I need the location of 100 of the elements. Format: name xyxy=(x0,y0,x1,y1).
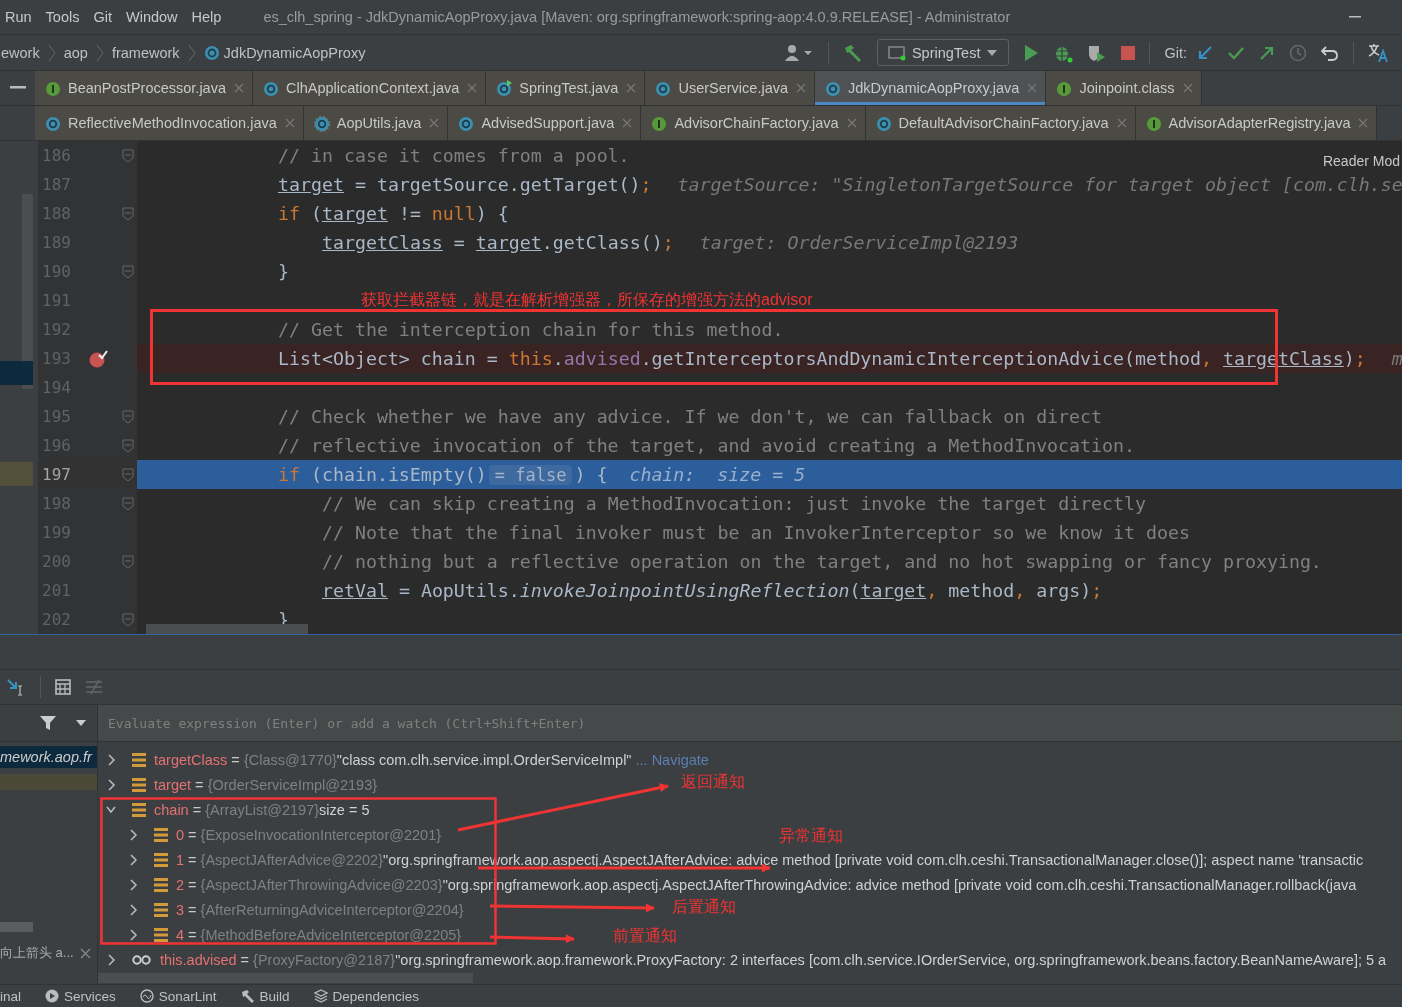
breakpoint-icon[interactable] xyxy=(88,349,108,368)
dropdown-icon[interactable] xyxy=(75,719,87,727)
list-settings-icon[interactable] xyxy=(85,679,103,695)
reference-icon xyxy=(132,954,152,965)
watch-expression-field[interactable]: Evaluate expression (Enter) or add a watch (Ctrl+Shift+Enter) xyxy=(98,705,1402,741)
scrollbar-thumb[interactable] xyxy=(0,922,33,932)
close-icon[interactable] xyxy=(467,83,478,93)
update-arrow-icon[interactable] xyxy=(1197,44,1213,61)
editor-tab[interactable]: UserService.java xyxy=(645,71,815,105)
editor-tab[interactable]: BeanPostProcessor.java xyxy=(35,71,253,105)
translate-icon[interactable] xyxy=(1368,42,1390,63)
close-icon[interactable] xyxy=(796,83,806,93)
fold-icon[interactable] xyxy=(122,467,134,482)
close-icon[interactable] xyxy=(846,118,857,128)
tool-window-button[interactable]: SonarLint xyxy=(139,988,217,1004)
code-line: // in case it comes from a pool. xyxy=(278,145,630,166)
close-icon[interactable] xyxy=(284,118,295,128)
close-icon[interactable] xyxy=(79,947,91,959)
close-icon[interactable] xyxy=(1116,118,1127,128)
menu-item[interactable]: Help xyxy=(191,9,222,25)
breadcrumb[interactable]: aop xyxy=(63,44,88,61)
fold-icon[interactable] xyxy=(122,612,134,627)
editor-tab[interactable]: AdvisorChainFactory.java xyxy=(641,106,866,140)
editor-tab[interactable]: AdvisedSupport.java xyxy=(448,106,642,140)
scrollbar-thumb[interactable] xyxy=(98,973,473,983)
hammer-icon xyxy=(240,989,255,1003)
inline-value-badge: = false xyxy=(488,464,573,485)
fold-icon[interactable] xyxy=(122,148,134,163)
code-line: targetClass = target.getClass(); xyxy=(322,232,674,253)
editor-tab[interactable]: SpringTest.java xyxy=(486,71,646,105)
run-icon[interactable] xyxy=(1023,43,1040,62)
editor-tab[interactable]: ReflectiveMethodInvocation.java xyxy=(35,106,304,140)
stack-frame[interactable]: mework.aop.fr xyxy=(0,746,97,768)
breadcrumb[interactable]: JdkDynamicAopProxy xyxy=(223,44,366,61)
breadcrumb[interactable]: framework xyxy=(111,44,180,61)
menu-item[interactable]: Git xyxy=(93,9,112,25)
interface-icon xyxy=(1145,114,1163,132)
fold-icon[interactable] xyxy=(122,409,134,424)
close-icon[interactable] xyxy=(1358,118,1369,128)
stack-frame[interactable]: 向上箭头 a... xyxy=(0,942,74,964)
fold-icon[interactable] xyxy=(122,496,134,511)
menu-item[interactable]: Window xyxy=(126,9,178,25)
variable-value: 0 = {ExposeInvocationInterceptor@2201} xyxy=(176,826,442,843)
fold-icon[interactable] xyxy=(122,264,134,279)
close-icon[interactable] xyxy=(626,83,637,93)
filter-icon[interactable] xyxy=(39,715,57,731)
editor-tab[interactable]: JdkDynamicAopProxy.java xyxy=(815,71,1047,105)
editor-tab[interactable]: Joinpoint.class xyxy=(1046,71,1202,105)
editor-tab[interactable]: AopUtils.java xyxy=(303,106,449,140)
tool-window-button[interactable]: inal xyxy=(0,988,21,1004)
scrollbar-thumb[interactable] xyxy=(146,624,308,634)
code-line: target = targetSource.getTarget(); xyxy=(278,174,652,195)
collapse-icon[interactable] xyxy=(9,86,26,90)
close-icon[interactable] xyxy=(1027,83,1038,93)
user-icon[interactable] xyxy=(783,43,814,62)
code-line: ) { xyxy=(574,464,608,485)
close-icon[interactable] xyxy=(1182,83,1193,93)
annotation-label: 返回通知 xyxy=(681,772,745,792)
breadcrumb[interactable]: ework xyxy=(1,44,40,61)
checkmark-icon[interactable] xyxy=(1227,45,1245,60)
inline-value-hint: chain: size = 5 xyxy=(629,464,806,485)
hammer-icon[interactable] xyxy=(842,43,863,62)
fold-icon[interactable] xyxy=(122,554,134,569)
chevron-icon xyxy=(187,43,196,62)
editor-tab[interactable]: DefaultAdvisorChainFactory.java xyxy=(865,106,1136,140)
push-arrow-icon[interactable] xyxy=(1259,44,1275,61)
run-configuration-dropdown[interactable]: SpringTest xyxy=(876,39,1010,66)
menu-item[interactable]: Run xyxy=(5,9,32,25)
tool-window-button[interactable]: Build xyxy=(240,988,290,1004)
window-title: es_clh_spring - JdkDynamicAopProxy.java [Maven: org.springframework:spring-aop:4.0.9.RELEASE] - Administrator xyxy=(263,9,1011,25)
reader-mode-label[interactable]: Reader Mod xyxy=(1322,153,1400,169)
variable-value: 4 = {MethodBeforeAdviceInterceptor@2205} xyxy=(176,926,462,943)
code-line: // Note that the final invoker must be an InvokerInterceptor so we know it does xyxy=(322,522,1190,543)
tool-window-button[interactable]: Services xyxy=(45,988,116,1004)
class-icon xyxy=(313,114,331,132)
close-icon[interactable] xyxy=(429,118,440,128)
class-icon xyxy=(458,114,476,132)
interface-icon xyxy=(45,79,62,97)
class-icon xyxy=(825,79,842,97)
undo-icon[interactable] xyxy=(1321,44,1339,61)
editor-tab[interactable]: AdvisorAdapterRegistry.java xyxy=(1135,106,1378,140)
close-icon[interactable] xyxy=(622,118,633,128)
fold-icon[interactable] xyxy=(122,438,134,453)
structure-marker xyxy=(0,361,33,385)
variable-value: 3 = {AfterReturningAdviceInterceptor@2204} xyxy=(176,901,464,918)
calculator-icon[interactable] xyxy=(55,679,71,695)
fold-icon[interactable] xyxy=(122,206,134,221)
stop-icon[interactable] xyxy=(1121,45,1136,60)
code-line: retVal = AopUtils.invokeJoinpointUsingReflection(target, method, args); xyxy=(322,580,1103,601)
code-line: // We can skip creating a MethodInvocation: just invoke the target directly xyxy=(322,493,1147,514)
menu-item[interactable]: Tools xyxy=(45,9,80,25)
close-icon[interactable] xyxy=(234,83,244,93)
field-icon xyxy=(154,877,168,892)
history-icon[interactable] xyxy=(1289,43,1307,62)
field-icon xyxy=(154,827,168,842)
code-line: // Get the interception chain for this method. xyxy=(278,319,784,340)
editor-tab[interactable]: ClhApplicationContext.java xyxy=(253,71,487,105)
code-line: // Check whether we have any advice. If we don't, we can fallback on direct xyxy=(278,406,1103,427)
tool-window-button[interactable]: Dependencies xyxy=(313,988,419,1004)
annotation-label: 后置通知 xyxy=(672,897,736,917)
